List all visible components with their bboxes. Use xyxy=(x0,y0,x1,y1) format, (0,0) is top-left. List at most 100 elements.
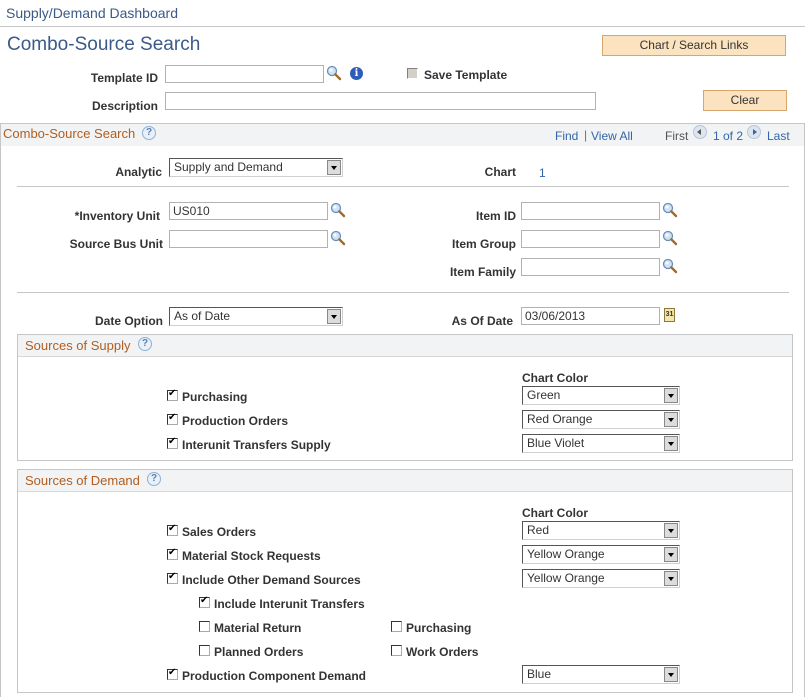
chart-value: 1 xyxy=(539,166,546,180)
include-other-demand-label: Include Other Demand Sources xyxy=(182,573,361,587)
purchasing-supply-checkbox[interactable] xyxy=(167,388,178,401)
production-orders-checkbox[interactable] xyxy=(167,412,178,425)
analytic-label: Analytic xyxy=(115,165,162,179)
production-orders-color-select[interactable]: Red Orange xyxy=(522,410,680,429)
item-group-input[interactable] xyxy=(521,230,660,248)
item-family-label: Item Family xyxy=(449,265,516,279)
date-option-label: Date Option xyxy=(95,314,163,328)
include-interunit-transfers-checkbox[interactable] xyxy=(199,595,210,608)
sales-orders-color-value: Red xyxy=(527,523,550,537)
divider xyxy=(17,186,789,187)
source-bus-unit-lookup-icon[interactable] xyxy=(330,230,346,246)
clear-button[interactable]: Clear xyxy=(703,90,787,111)
chevron-down-icon xyxy=(664,412,678,427)
chart-search-links-button[interactable]: Chart / Search Links xyxy=(602,35,786,56)
help-icon[interactable]: ? xyxy=(138,337,152,351)
sources-of-supply-title: Sources of Supply xyxy=(25,338,131,353)
info-icon[interactable]: i xyxy=(350,67,363,80)
include-other-demand-checkbox[interactable] xyxy=(167,571,178,584)
include-other-demand-color-value: Yellow Orange xyxy=(527,571,605,585)
header-divider xyxy=(0,26,805,27)
sources-of-demand-title: Sources of Demand xyxy=(25,473,140,488)
chart-color-header: Chart Color xyxy=(522,371,588,385)
template-id-label: Template ID xyxy=(90,71,158,85)
material-return-checkbox[interactable] xyxy=(199,621,210,632)
item-id-label: Item ID xyxy=(475,209,516,223)
production-component-color-value: Blue xyxy=(527,667,552,681)
inventory-unit-lookup-icon[interactable] xyxy=(330,202,346,218)
material-stock-requests-checkbox[interactable] xyxy=(167,547,178,560)
interunit-transfers-supply-color-value: Blue Violet xyxy=(527,436,585,450)
planned-orders-checkbox[interactable] xyxy=(199,645,210,656)
inventory-unit-input[interactable]: US010 xyxy=(169,202,328,220)
next-icon[interactable] xyxy=(747,125,761,139)
chevron-down-icon xyxy=(664,667,678,682)
planned-orders-label: Planned Orders xyxy=(214,645,304,659)
template-id-lookup-icon[interactable] xyxy=(326,65,342,81)
chart-label: Chart xyxy=(484,165,516,179)
first-label[interactable]: First xyxy=(665,129,688,143)
production-orders-color-value: Red Orange xyxy=(527,412,593,426)
save-template-checkbox[interactable] xyxy=(407,68,418,79)
chevron-down-icon xyxy=(327,160,341,175)
production-component-color-select[interactable]: Blue xyxy=(522,665,680,684)
material-stock-requests-label: Material Stock Requests xyxy=(182,549,321,563)
page-title: Combo-Source Search xyxy=(7,34,201,55)
item-group-lookup-icon[interactable] xyxy=(662,230,678,246)
combo-source-search-title: Combo-Source Search xyxy=(3,126,136,141)
analytic-select-value: Supply and Demand xyxy=(174,160,283,174)
pager-text: 1 of 2 xyxy=(713,129,744,143)
include-interunit-transfers-label: Include Interunit Transfers xyxy=(214,597,365,611)
purchasing-supply-label: Purchasing xyxy=(182,390,248,404)
chart-color-header: Chart Color xyxy=(522,506,588,520)
help-icon[interactable]: ? xyxy=(147,472,161,486)
sales-orders-checkbox[interactable] xyxy=(167,523,178,536)
date-option-select[interactable]: As of Date xyxy=(169,307,343,326)
item-family-input[interactable] xyxy=(521,258,660,276)
material-stock-requests-color-value: Yellow Orange xyxy=(527,547,605,561)
purchasing-demand-checkbox[interactable] xyxy=(391,621,402,632)
as-of-date-label: As Of Date xyxy=(451,314,513,328)
calendar-icon[interactable]: 31 xyxy=(664,308,675,322)
source-bus-unit-label: Source Bus Unit xyxy=(69,237,163,251)
chevron-down-icon xyxy=(664,436,678,451)
sources-of-supply-header xyxy=(18,335,792,357)
breadcrumb[interactable]: Supply/Demand Dashboard xyxy=(6,5,178,21)
item-id-lookup-icon[interactable] xyxy=(662,202,678,218)
view-all-link[interactable]: View All xyxy=(591,129,633,143)
purchasing-demand-label: Purchasing xyxy=(406,621,472,635)
previous-icon[interactable] xyxy=(693,125,707,139)
chevron-down-icon xyxy=(664,388,678,403)
find-link[interactable]: Find xyxy=(555,129,578,143)
as-of-date-input[interactable]: 03/06/2013 xyxy=(521,307,660,325)
work-orders-checkbox[interactable] xyxy=(391,645,402,656)
inventory-unit-label: *Inventory Unit xyxy=(74,209,160,223)
sales-orders-label: Sales Orders xyxy=(182,525,257,539)
template-id-input[interactable] xyxy=(165,65,324,83)
chevron-down-icon xyxy=(664,547,678,562)
description-label: Description xyxy=(91,99,158,113)
purchasing-color-value: Green xyxy=(527,388,561,402)
include-other-demand-color-select[interactable]: Yellow Orange xyxy=(522,569,680,588)
date-option-select-value: As of Date xyxy=(174,309,231,323)
sales-orders-color-select[interactable]: Red xyxy=(522,521,680,540)
chevron-down-icon xyxy=(664,571,678,586)
description-input[interactable] xyxy=(165,92,596,110)
source-bus-unit-input[interactable] xyxy=(169,230,328,248)
item-family-lookup-icon[interactable] xyxy=(662,258,678,274)
interunit-transfers-supply-checkbox[interactable] xyxy=(167,436,178,449)
interunit-transfers-supply-color-select[interactable]: Blue Violet xyxy=(522,434,680,453)
production-component-demand-label: Production Component Demand xyxy=(182,669,366,683)
last-link[interactable]: Last xyxy=(767,129,790,143)
production-orders-label: Production Orders xyxy=(182,414,289,428)
material-return-label: Material Return xyxy=(214,621,302,635)
material-stock-requests-color-select[interactable]: Yellow Orange xyxy=(522,545,680,564)
analytic-select[interactable]: Supply and Demand xyxy=(169,158,343,177)
save-template-label: Save Template xyxy=(424,68,508,82)
item-id-input[interactable] xyxy=(521,202,660,220)
help-icon[interactable]: ? xyxy=(142,126,156,140)
purchasing-color-select[interactable]: Green xyxy=(522,386,680,405)
production-component-demand-checkbox[interactable] xyxy=(167,667,178,680)
link-separator: | xyxy=(584,128,588,142)
chevron-down-icon xyxy=(327,309,341,324)
